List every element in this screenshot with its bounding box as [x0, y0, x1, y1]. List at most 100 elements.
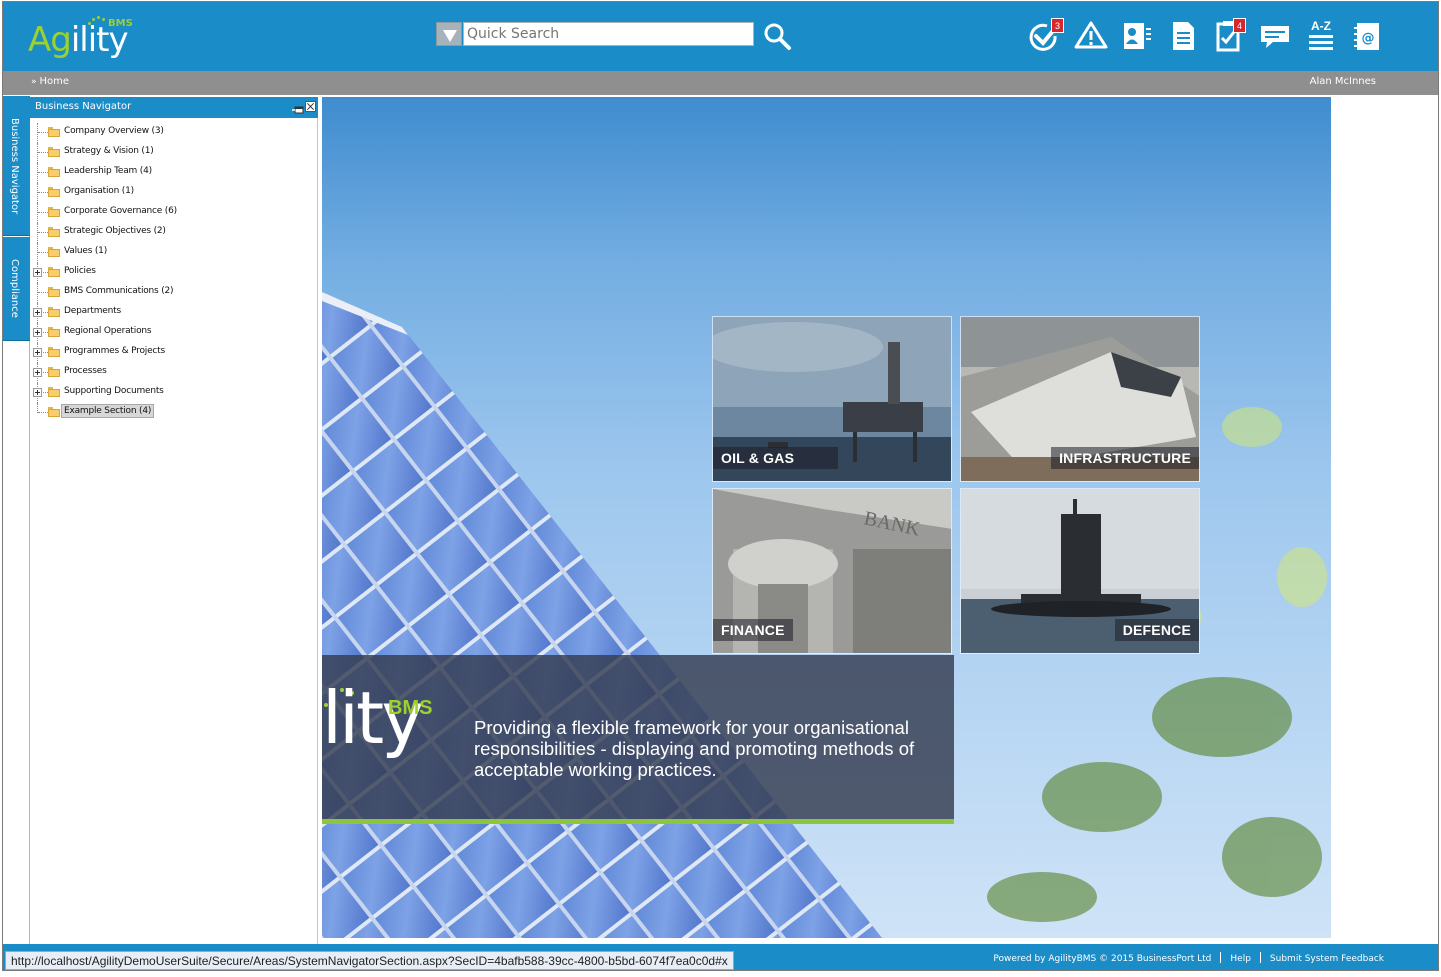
clipboard-button[interactable]: 4: [1209, 14, 1249, 58]
tree-item-label[interactable]: Processes: [64, 366, 107, 376]
tree-item[interactable]: Regional Operations: [33, 323, 314, 343]
tree-item-label[interactable]: Regional Operations: [64, 326, 152, 336]
tree-item-label[interactable]: Example Section (4): [61, 404, 155, 418]
breadcrumb-home-link[interactable]: Home: [40, 76, 70, 87]
tree-item-label[interactable]: Leadership Team (4): [64, 166, 152, 176]
help-link[interactable]: Help: [1230, 954, 1251, 964]
tree-connector: [38, 232, 48, 233]
tree-item[interactable]: Processes: [33, 363, 314, 383]
warnings-button[interactable]: [1071, 14, 1111, 58]
tree-item[interactable]: Departments: [33, 303, 314, 323]
agility-bms-logo[interactable]: Agility BMS: [28, 12, 138, 62]
breadcrumb-separator: »: [31, 77, 37, 87]
tree-item[interactable]: Example Section (4): [34, 403, 314, 423]
tab-business-navigator[interactable]: Business Navigator: [3, 96, 30, 236]
expand-plus-icon[interactable]: [33, 348, 42, 357]
current-user-name[interactable]: Alan McInnes: [1310, 76, 1376, 87]
close-icon[interactable]: [305, 101, 316, 112]
tree-item-label[interactable]: BMS Communications (2): [64, 286, 174, 296]
tree-item[interactable]: Policies: [33, 263, 314, 283]
tab-compliance[interactable]: Compliance: [3, 237, 30, 341]
tasks-badge: 3: [1051, 18, 1064, 33]
tree-item-label[interactable]: Corporate Governance (6): [64, 206, 177, 216]
expand-plus-icon[interactable]: [33, 368, 42, 377]
search-scope-dropdown[interactable]: [436, 22, 462, 46]
tree-item[interactable]: Organisation (1): [34, 183, 314, 203]
tasks-button[interactable]: 3: [1025, 14, 1065, 58]
document-icon: [1173, 22, 1194, 50]
contacts-button[interactable]: [1117, 14, 1157, 58]
pin-icon[interactable]: [292, 101, 304, 114]
folder-icon: [48, 387, 60, 397]
tree-item-label[interactable]: Departments: [64, 306, 121, 316]
navigator-title: Business Navigator: [35, 101, 132, 112]
tree-item[interactable]: Supporting Documents: [33, 383, 314, 403]
footer-divider: [1220, 952, 1222, 963]
tree-item-label[interactable]: Values (1): [64, 246, 107, 256]
tab-compliance-label: Compliance: [9, 259, 20, 318]
a-z-index-button[interactable]: A-Z: [1301, 14, 1341, 58]
status-bar-url: http://localhost/AgilityDemoUserSuite/Se…: [5, 951, 734, 970]
hero-image: OIL & GAS INFRASTRUCTURE BANK FINANCE DE…: [322, 97, 1331, 938]
breadcrumb-bar: » Home Alan McInnes: [3, 71, 1438, 95]
folder-icon: [48, 307, 60, 317]
search-button[interactable]: [762, 21, 792, 51]
tree-item[interactable]: Leadership Team (4): [34, 163, 314, 183]
tree-connector: [37, 183, 38, 203]
expand-plus-icon[interactable]: [33, 308, 42, 317]
tile-oil-gas[interactable]: OIL & GAS: [712, 316, 952, 482]
tree-item[interactable]: Programmes & Projects: [33, 343, 314, 363]
svg-text:@: @: [1362, 31, 1375, 46]
tree-item[interactable]: Company Overview (3): [34, 123, 314, 143]
expand-plus-icon[interactable]: [33, 328, 42, 337]
tile-infrastructure-label: INFRASTRUCTURE: [1051, 447, 1199, 469]
tree-item-label[interactable]: Programmes & Projects: [64, 346, 165, 356]
breadcrumb: » Home: [31, 76, 69, 87]
tree-item[interactable]: Strategic Objectives (2): [34, 223, 314, 243]
tree-connector: [37, 143, 38, 163]
banner-logo-bms: BMS: [388, 697, 433, 719]
tree-item[interactable]: Corporate Governance (6): [34, 203, 314, 223]
tree-connector: [38, 132, 48, 133]
tree-item-label[interactable]: Policies: [64, 266, 96, 276]
tree-connector: [38, 252, 48, 253]
tree-item-label[interactable]: Strategic Objectives (2): [64, 226, 166, 236]
tile-infrastructure[interactable]: INFRASTRUCTURE: [960, 316, 1200, 482]
documents-button[interactable]: [1163, 14, 1203, 58]
messages-button[interactable]: [1255, 14, 1295, 58]
tree-item-label[interactable]: Organisation (1): [64, 186, 134, 196]
tile-defence[interactable]: DEFENCE: [960, 488, 1200, 654]
navigator-header: Business Navigator: [30, 97, 318, 118]
tree-item-label[interactable]: Company Overview (3): [64, 126, 164, 136]
address-book-button[interactable]: @: [1347, 14, 1387, 58]
expand-plus-icon[interactable]: [33, 268, 42, 277]
tree-connector: [38, 212, 48, 213]
folder-icon: [48, 227, 60, 237]
tree-item[interactable]: Strategy & Vision (1): [34, 143, 314, 163]
folder-icon: [48, 407, 60, 417]
submit-feedback-link[interactable]: Submit System Feedback: [1270, 954, 1384, 964]
clipboard-badge: 4: [1233, 18, 1246, 33]
tree-connector: [37, 163, 38, 183]
tile-finance[interactable]: BANK FINANCE: [712, 488, 952, 654]
expand-plus-icon[interactable]: [33, 388, 42, 397]
tile-finance-label: FINANCE: [713, 619, 793, 641]
banner-green-rule: [322, 819, 954, 824]
tree-connector: [37, 283, 38, 303]
tile-defence-label: DEFENCE: [1114, 619, 1199, 641]
powered-by-text: Powered by AgilityBMS © 2015 BusinessPor…: [993, 954, 1212, 964]
footer-links: Powered by AgilityBMS © 2015 BusinessPor…: [993, 952, 1384, 964]
tree-item[interactable]: Values (1): [34, 243, 314, 263]
content-right-margin: [1331, 97, 1438, 946]
tree-item-label[interactable]: Supporting Documents: [64, 386, 164, 396]
search-input[interactable]: [463, 22, 754, 46]
folder-icon: [48, 347, 60, 357]
folder-icon: [48, 267, 60, 277]
footer-divider: [1259, 952, 1261, 963]
contacts-card-icon: [1124, 23, 1151, 49]
tree-item[interactable]: BMS Communications (2): [34, 283, 314, 303]
folder-icon: [48, 327, 60, 337]
a-z-index-icon: A-Z: [1309, 19, 1333, 50]
tree-item-label[interactable]: Strategy & Vision (1): [64, 146, 154, 156]
tree-connector: [38, 412, 48, 413]
